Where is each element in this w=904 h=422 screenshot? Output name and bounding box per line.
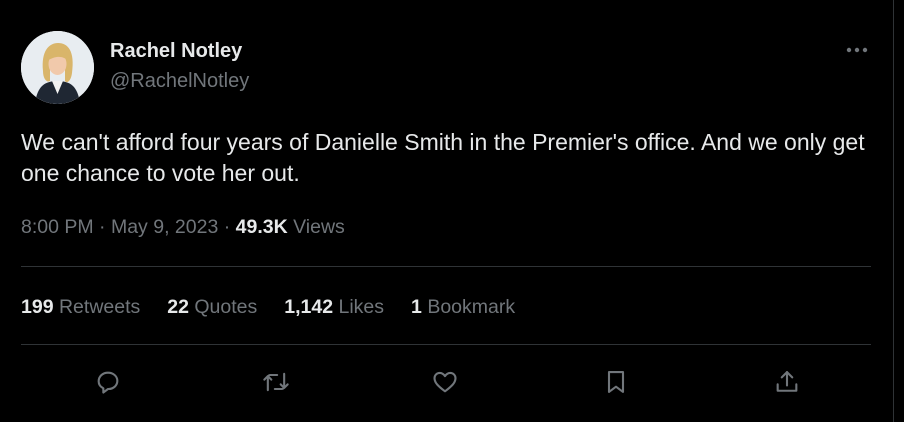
- more-options-icon[interactable]: [843, 40, 871, 60]
- stat-likes[interactable]: 1,142 Likes: [284, 296, 384, 319]
- meta-separator: ·: [223, 216, 236, 238]
- retweet-icon[interactable]: [256, 362, 296, 402]
- stat-count: 1,142: [284, 296, 334, 318]
- views-label: Views: [293, 216, 345, 238]
- stat-retweets[interactable]: 199 Retweets: [21, 296, 140, 319]
- column-border: [893, 0, 894, 422]
- divider: [21, 266, 871, 267]
- engagement-stats: 199 Retweets 22 Quotes 1,142 Likes 1 Bookma…: [21, 296, 542, 319]
- avatar[interactable]: [21, 31, 94, 104]
- stat-count: 199: [21, 296, 54, 318]
- reply-icon[interactable]: [88, 362, 128, 402]
- author-handle[interactable]: @RachelNotley: [110, 70, 249, 93]
- share-icon[interactable]: [767, 362, 807, 402]
- stat-label: Quotes: [194, 296, 258, 318]
- avatar-image: [21, 31, 94, 104]
- action-bar: [21, 362, 871, 402]
- stat-label: Likes: [338, 296, 385, 318]
- stat-bookmarks[interactable]: 1 Bookmark: [411, 296, 515, 319]
- stat-label: Bookmark: [427, 296, 516, 318]
- tweet-meta: 8:00 PM · May 9, 2023 · 49.3K Views: [21, 216, 345, 239]
- tweet-time[interactable]: 8:00 PM: [21, 216, 94, 238]
- meta-separator: ·: [99, 216, 111, 238]
- stat-label: Retweets: [58, 296, 141, 318]
- tweet-text: We can't afford four years of Danielle S…: [21, 129, 865, 186]
- divider: [21, 344, 871, 345]
- tweet-card: Rachel Notley @RachelNotley We can't aff…: [0, 0, 893, 422]
- stat-quotes[interactable]: 22 Quotes: [167, 296, 257, 319]
- author-name[interactable]: Rachel Notley: [110, 40, 242, 63]
- stat-count: 22: [167, 296, 189, 318]
- views-count: 49.3K: [235, 216, 288, 238]
- bookmark-icon[interactable]: [596, 362, 636, 402]
- stat-count: 1: [411, 296, 422, 318]
- tweet-date[interactable]: May 9, 2023: [111, 216, 218, 238]
- like-icon[interactable]: [425, 362, 465, 402]
